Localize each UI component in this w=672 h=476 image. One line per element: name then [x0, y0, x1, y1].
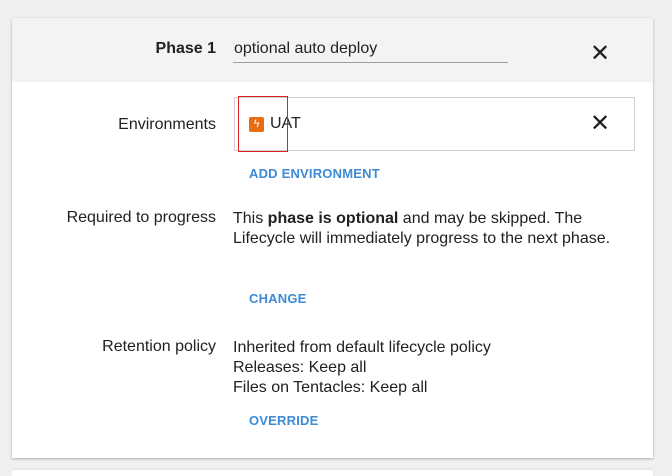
remove-phase-close-icon[interactable]: ✕: [588, 42, 612, 66]
environment-chip[interactable]: ϟ UAT: [249, 114, 301, 134]
phase-card: Phase 1 ✕ Environments ϟ UAT ✕ ADD ENVIR…: [12, 18, 653, 458]
phase-header: Phase 1 ✕: [12, 18, 653, 82]
environments-label: Environments: [118, 116, 216, 133]
retention-line: Releases: Keep all: [233, 359, 367, 376]
phase-label: Phase 1: [155, 40, 216, 57]
retention-policy-label: Retention policy: [102, 338, 216, 355]
required-text-bold: phase is optional: [267, 210, 399, 227]
environment-name: UAT: [270, 115, 301, 132]
change-button[interactable]: CHANGE: [249, 291, 307, 306]
lightning-bolt-icon: ϟ: [249, 116, 264, 132]
phase-name-input[interactable]: [233, 36, 508, 63]
required-to-progress-label: Required to progress: [66, 209, 216, 226]
add-environment-button[interactable]: ADD ENVIRONMENT: [249, 166, 380, 181]
retention-policy-details: Inherited from default lifecycle policy …: [233, 338, 623, 398]
override-button[interactable]: OVERRIDE: [249, 413, 319, 428]
environments-box: ϟ UAT ✕: [234, 97, 635, 151]
required-to-progress-description: This phase is optional and may be skippe…: [233, 209, 623, 249]
retention-line: Files on Tentacles: Keep all: [233, 379, 428, 396]
next-card-edge: [12, 470, 653, 476]
required-text-prefix: This: [233, 210, 268, 227]
remove-environment-close-icon[interactable]: ✕: [588, 112, 612, 136]
retention-line: Inherited from default lifecycle policy: [233, 339, 491, 356]
